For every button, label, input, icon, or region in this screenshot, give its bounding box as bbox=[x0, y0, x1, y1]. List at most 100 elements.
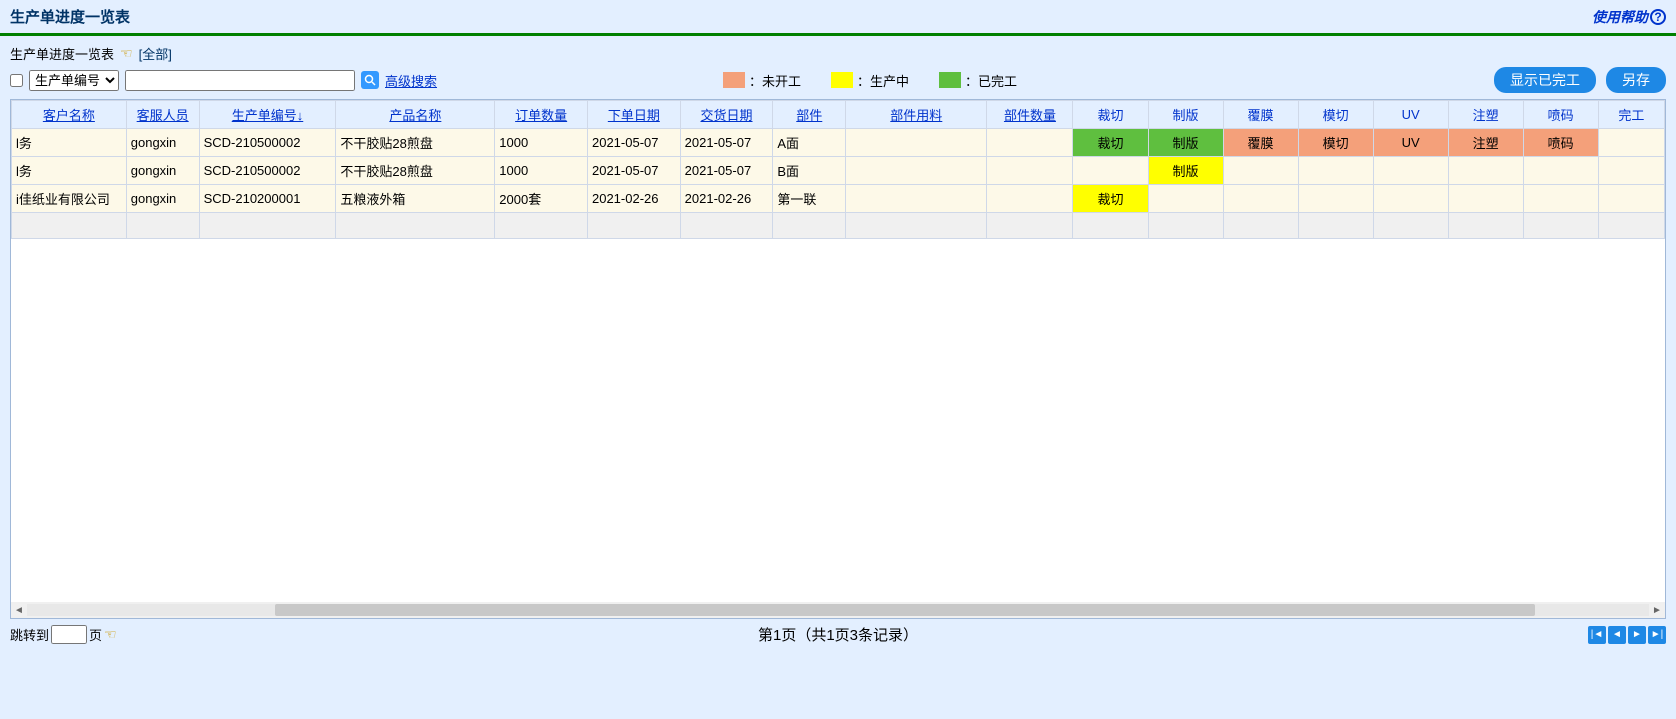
process-cell bbox=[1598, 185, 1664, 213]
progress-table: 客户名称客服人员生产单编号↓产品名称订单数量下单日期交货日期部件部件用料部件数量… bbox=[11, 100, 1665, 239]
column-header[interactable]: 部件 bbox=[773, 101, 846, 129]
jump-suffix: 页 bbox=[89, 625, 102, 644]
breadcrumb-bar: 生产单进度一览表 ☜ [全部] bbox=[0, 36, 1676, 67]
scroll-right-arrow[interactable]: ► bbox=[1649, 603, 1665, 617]
search-row: 生产单编号 高级搜索 ：未开工 ：生产中 ：已完工 显示已完工 另存 bbox=[0, 67, 1676, 99]
help-label: 使用帮助 bbox=[1592, 7, 1648, 27]
column-header[interactable]: 完工 bbox=[1598, 101, 1664, 129]
table-cell bbox=[846, 157, 987, 185]
table-cell: gongxin bbox=[126, 129, 199, 157]
column-header[interactable]: 制版 bbox=[1148, 101, 1223, 129]
table-cell bbox=[846, 129, 987, 157]
swatch-in-progress bbox=[831, 72, 853, 88]
scroll-track[interactable] bbox=[27, 604, 1649, 616]
column-header[interactable]: 裁切 bbox=[1073, 101, 1148, 129]
column-header[interactable]: 订单数量 bbox=[495, 101, 588, 129]
jump-to-page: 跳转到 页 ☜ bbox=[10, 625, 117, 644]
table-cell bbox=[987, 129, 1073, 157]
column-header[interactable]: 部件用料 bbox=[846, 101, 987, 129]
advanced-search-link[interactable]: 高级搜索 bbox=[385, 71, 437, 90]
table-cell: A面 bbox=[773, 129, 846, 157]
process-cell bbox=[1073, 157, 1148, 185]
table-cell: 2021-05-07 bbox=[587, 129, 680, 157]
column-header[interactable]: 覆膜 bbox=[1223, 101, 1298, 129]
legend: ：未开工 ：生产中 ：已完工 bbox=[723, 71, 1017, 90]
process-cell: UV bbox=[1373, 129, 1448, 157]
table-cell: gongxin bbox=[126, 157, 199, 185]
column-header[interactable]: 部件数量 bbox=[987, 101, 1073, 129]
table-cell: 2021-05-07 bbox=[587, 157, 680, 185]
table-cell: 不干胶贴28煎盘 bbox=[336, 157, 495, 185]
legend-not-started: ：未开工 bbox=[723, 71, 801, 90]
help-link[interactable]: 使用帮助 ? bbox=[1592, 7, 1666, 27]
process-cell bbox=[1148, 185, 1223, 213]
process-cell bbox=[1223, 157, 1298, 185]
table-cell bbox=[987, 185, 1073, 213]
table-cell: SCD-210200001 bbox=[199, 185, 336, 213]
save-button[interactable]: 另存 bbox=[1606, 67, 1666, 93]
table-cell: 2021-02-26 bbox=[587, 185, 680, 213]
column-header[interactable]: UV bbox=[1373, 101, 1448, 129]
title-bar: 生产单进度一览表 使用帮助 ? bbox=[0, 0, 1676, 36]
swatch-done bbox=[939, 72, 961, 88]
process-cell: 注塑 bbox=[1448, 129, 1523, 157]
empty-row bbox=[12, 213, 1665, 239]
jump-page-input[interactable] bbox=[51, 625, 87, 644]
jump-prefix: 跳转到 bbox=[10, 625, 49, 644]
table-cell: 2000套 bbox=[495, 185, 588, 213]
table-cell: 不干胶贴28煎盘 bbox=[336, 129, 495, 157]
pager-last[interactable]: ►| bbox=[1648, 626, 1666, 644]
column-header[interactable]: 产品名称 bbox=[336, 101, 495, 129]
process-cell bbox=[1523, 157, 1598, 185]
process-cell: 模切 bbox=[1298, 129, 1373, 157]
process-cell bbox=[1223, 185, 1298, 213]
process-cell: 喷码 bbox=[1523, 129, 1598, 157]
column-header[interactable]: 下单日期 bbox=[587, 101, 680, 129]
process-cell bbox=[1373, 157, 1448, 185]
pager-next[interactable]: ► bbox=[1628, 626, 1646, 644]
table-cell: gongxin bbox=[126, 185, 199, 213]
column-header[interactable]: 生产单编号↓ bbox=[199, 101, 336, 129]
table-row[interactable]: l务gongxinSCD-210500002不干胶贴28煎盘10002021-0… bbox=[12, 129, 1665, 157]
process-cell bbox=[1598, 129, 1664, 157]
column-header[interactable]: 交货日期 bbox=[680, 101, 773, 129]
table-cell: 2021-02-26 bbox=[680, 185, 773, 213]
table-row[interactable]: i佳纸业有限公司gongxinSCD-210200001五粮液外箱2000套20… bbox=[12, 185, 1665, 213]
search-field-select[interactable]: 生产单编号 bbox=[29, 70, 119, 91]
table-cell: 1000 bbox=[495, 129, 588, 157]
process-cell bbox=[1598, 157, 1664, 185]
column-header[interactable]: 喷码 bbox=[1523, 101, 1598, 129]
process-cell bbox=[1523, 185, 1598, 213]
pager-first[interactable]: |◄ bbox=[1588, 626, 1606, 644]
hand-icon[interactable]: ☜ bbox=[104, 626, 117, 643]
process-cell bbox=[1448, 185, 1523, 213]
filter-scope[interactable]: [全部] bbox=[139, 44, 172, 63]
pager-controls: |◄ ◄ ► ►| bbox=[1588, 626, 1666, 644]
scroll-left-arrow[interactable]: ◄ bbox=[11, 603, 27, 617]
search-checkbox[interactable] bbox=[10, 74, 23, 87]
process-cell: 裁切 bbox=[1073, 185, 1148, 213]
column-header[interactable]: 模切 bbox=[1298, 101, 1373, 129]
pager-prev[interactable]: ◄ bbox=[1608, 626, 1626, 644]
column-header[interactable]: 客户名称 bbox=[12, 101, 127, 129]
table-cell: SCD-210500002 bbox=[199, 129, 336, 157]
show-completed-button[interactable]: 显示已完工 bbox=[1494, 67, 1596, 93]
column-header[interactable]: 客服人员 bbox=[126, 101, 199, 129]
table-cell: 第一联 bbox=[773, 185, 846, 213]
table-header-row: 客户名称客服人员生产单编号↓产品名称订单数量下单日期交货日期部件部件用料部件数量… bbox=[12, 101, 1665, 129]
scroll-thumb[interactable] bbox=[275, 604, 1535, 616]
process-cell: 制版 bbox=[1148, 157, 1223, 185]
column-header[interactable]: 注塑 bbox=[1448, 101, 1523, 129]
hand-icon: ☜ bbox=[120, 45, 133, 62]
table-cell: 1000 bbox=[495, 157, 588, 185]
table-cell: SCD-210500002 bbox=[199, 157, 336, 185]
search-input[interactable] bbox=[125, 70, 355, 91]
legend-done: ：已完工 bbox=[939, 71, 1017, 90]
table-cell bbox=[987, 157, 1073, 185]
table-cell: l务 bbox=[12, 129, 127, 157]
table-cell: 2021-05-07 bbox=[680, 157, 773, 185]
search-icon[interactable] bbox=[361, 71, 379, 89]
footer-bar: 跳转到 页 ☜ 第1页（共1页3条记录） |◄ ◄ ► ►| bbox=[0, 619, 1676, 650]
horizontal-scrollbar[interactable]: ◄ ► bbox=[11, 602, 1665, 618]
table-row[interactable]: l务gongxinSCD-210500002不干胶贴28煎盘10002021-0… bbox=[12, 157, 1665, 185]
